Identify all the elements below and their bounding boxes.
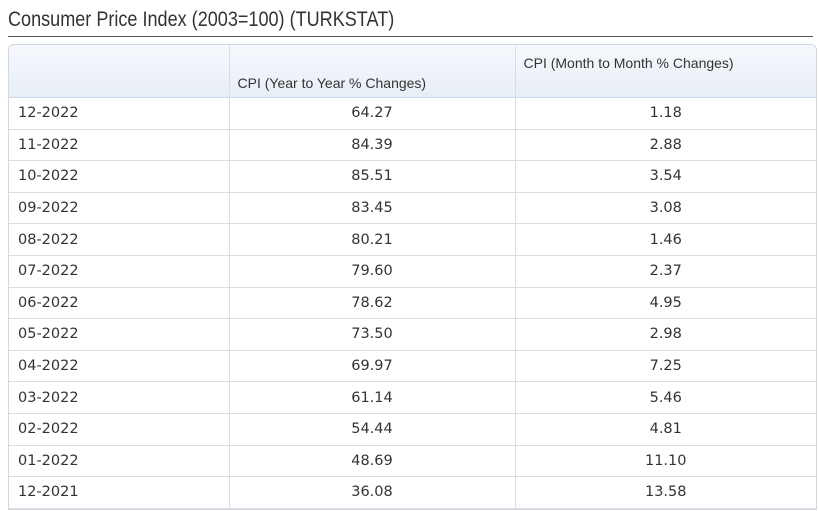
table-row: 11-2022 84.39 2.88 [9, 129, 816, 162]
cell-yoy: 69.97 [229, 350, 516, 383]
cpi-panel: Consumer Price Index (2003=100) (TURKSTA… [8, 0, 817, 510]
table-row: 12-2022 64.27 1.18 [9, 97, 816, 130]
table-row: 09-2022 83.45 3.08 [9, 192, 816, 225]
cell-mom: 2.37 [515, 255, 816, 288]
table-row: 12-2021 36.08 13.58 [9, 476, 816, 509]
cell-yoy: 78.62 [229, 287, 516, 320]
cell-yoy: 73.50 [229, 318, 516, 351]
cell-mom: 4.95 [515, 287, 816, 320]
cell-date: 08-2022 [9, 223, 230, 256]
table-row: 01-2022 48.69 11.10 [9, 445, 816, 478]
cell-date: 12-2021 [9, 476, 230, 509]
cpi-table: CPI (Year to Year % Changes) CPI (Month … [9, 45, 816, 509]
cell-mom: 7.25 [515, 350, 816, 383]
cell-date: 07-2022 [9, 255, 230, 288]
cell-yoy: 36.08 [229, 476, 516, 509]
table-row: 03-2022 61.14 5.46 [9, 381, 816, 414]
cell-date: 02-2022 [9, 413, 230, 446]
cell-mom: 5.46 [515, 381, 816, 414]
cell-mom: 2.98 [515, 318, 816, 351]
cell-date: 12-2022 [9, 97, 230, 130]
table-body: 12-2022 64.27 1.18 11-2022 84.39 2.88 10… [9, 97, 816, 509]
cell-date: 09-2022 [9, 192, 230, 225]
cell-mom: 1.18 [515, 97, 816, 130]
cell-yoy: 48.69 [229, 445, 516, 478]
column-header-date [9, 45, 230, 98]
cell-mom: 3.08 [515, 192, 816, 225]
cell-yoy: 83.45 [229, 192, 516, 225]
cell-date: 04-2022 [9, 350, 230, 383]
cell-date: 11-2022 [9, 129, 230, 162]
column-header-mom: CPI (Month to Month % Changes) [515, 45, 816, 98]
cell-mom: 3.54 [515, 160, 816, 193]
cell-date: 06-2022 [9, 287, 230, 320]
cell-mom: 2.88 [515, 129, 816, 162]
cpi-table-container: CPI (Year to Year % Changes) CPI (Month … [8, 44, 817, 510]
cell-date: 05-2022 [9, 318, 230, 351]
cell-mom: 4.81 [515, 413, 816, 446]
cell-mom: 1.46 [515, 223, 816, 256]
table-row: 10-2022 85.51 3.54 [9, 160, 816, 193]
table-row: 06-2022 78.62 4.95 [9, 287, 816, 320]
cell-date: 10-2022 [9, 160, 230, 193]
table-row: 05-2022 73.50 2.98 [9, 318, 816, 351]
cell-yoy: 79.60 [229, 255, 516, 288]
table-header-row: CPI (Year to Year % Changes) CPI (Month … [9, 45, 816, 98]
cell-mom: 11.10 [515, 445, 816, 478]
cell-date: 01-2022 [9, 445, 230, 478]
table-row: 04-2022 69.97 7.25 [9, 350, 816, 383]
cell-yoy: 64.27 [229, 97, 516, 130]
cell-mom: 13.58 [515, 476, 816, 509]
cell-yoy: 84.39 [229, 129, 516, 162]
table-row: 08-2022 80.21 1.46 [9, 223, 816, 256]
column-header-yoy: CPI (Year to Year % Changes) [229, 45, 516, 98]
page-title: Consumer Price Index (2003=100) (TURKSTA… [8, 0, 814, 37]
table-row: 07-2022 79.60 2.37 [9, 255, 816, 288]
cell-yoy: 85.51 [229, 160, 516, 193]
cell-yoy: 61.14 [229, 381, 516, 414]
table-row: 02-2022 54.44 4.81 [9, 413, 816, 446]
cell-date: 03-2022 [9, 381, 230, 414]
cell-yoy: 80.21 [229, 223, 516, 256]
cell-yoy: 54.44 [229, 413, 516, 446]
